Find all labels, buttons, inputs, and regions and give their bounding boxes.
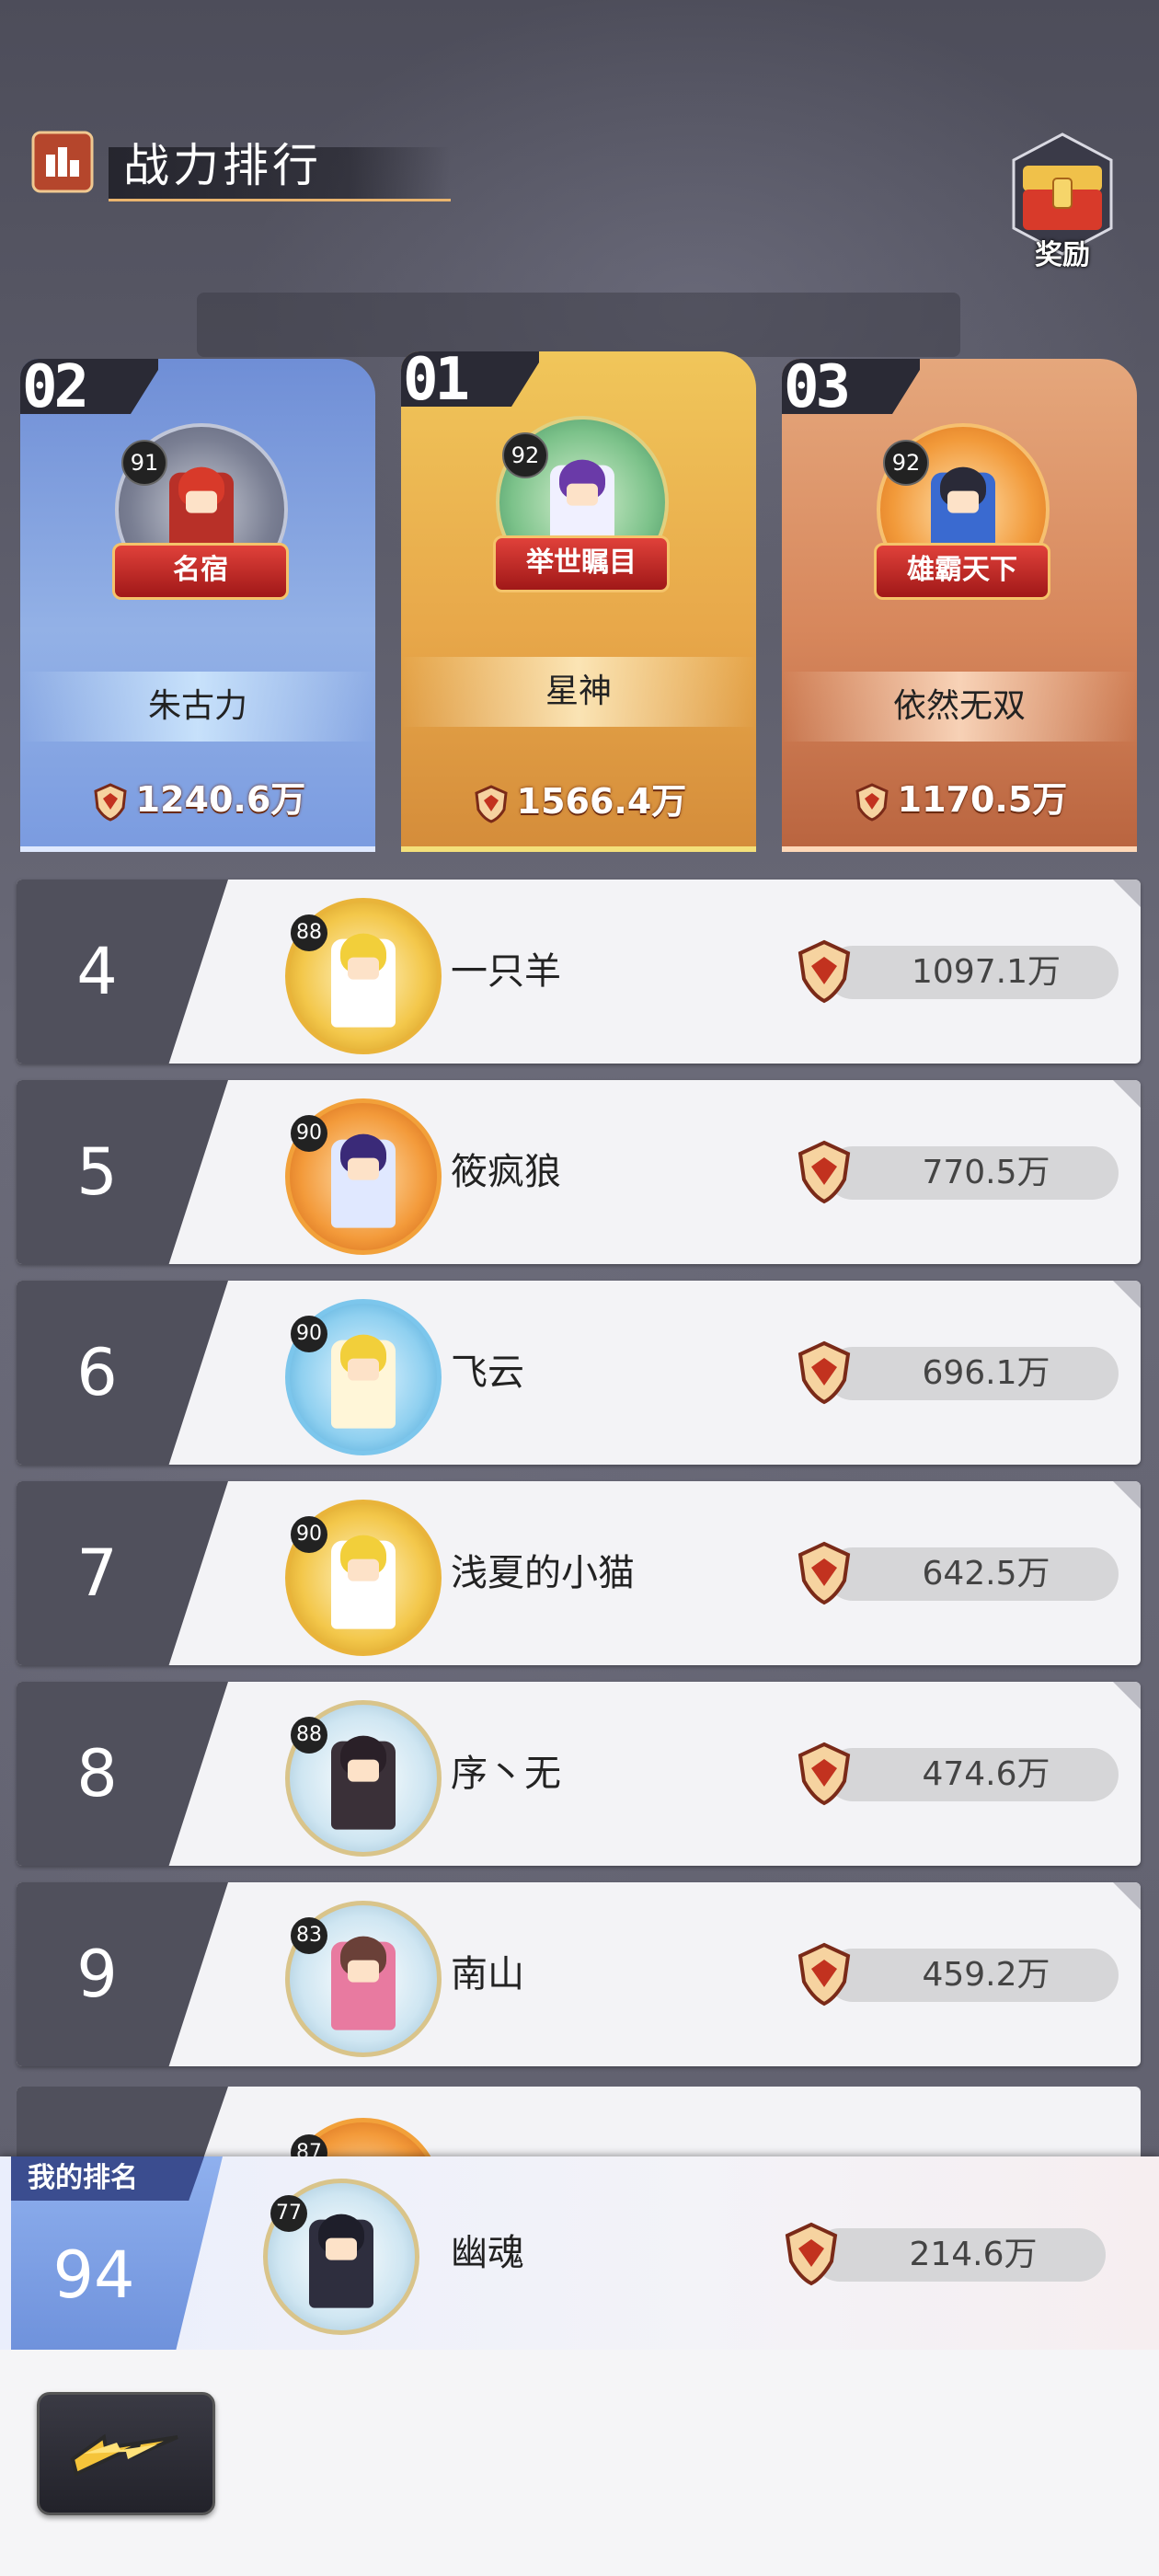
podium-card-rank-2[interactable]: 02 91 名宿 朱古力 1240.6万 <box>20 359 375 852</box>
player-name: 序丶无 <box>451 1753 561 1795</box>
my-rank-row[interactable]: 我的排名 94 77 幽魂 214.6万 <box>0 2156 1159 2350</box>
shield-power-icon <box>798 1541 851 1605</box>
player-name: 飞云 <box>451 1351 524 1394</box>
level-badge: 92 <box>502 432 548 478</box>
row-corner <box>1113 880 1141 907</box>
reward-label: 奖励 <box>1035 239 1090 271</box>
ranking-row[interactable]: 5 90 筱疯狼 770.5万 <box>17 1080 1141 1264</box>
card-underline <box>401 846 756 852</box>
rank-number: 4 <box>76 934 118 1009</box>
character-sprite <box>331 933 396 1028</box>
shield-power-icon <box>475 784 508 823</box>
character-sprite <box>331 1334 396 1429</box>
power-pill: 1097.1万 <box>826 946 1119 999</box>
ranking-row[interactable]: 4 88 一只羊 1097.1万 <box>17 880 1141 1064</box>
row-corner <box>1113 1682 1141 1709</box>
podium-rank: 01 <box>403 351 470 414</box>
ranking-row[interactable]: 7 90 浅夏的小猫 642.5万 <box>17 1481 1141 1665</box>
shield-power-icon <box>798 939 851 1004</box>
ranking-badge-icon <box>31 131 94 193</box>
power-value: 1170.5万 <box>782 771 1137 822</box>
my-rank-number: 94 <box>52 2237 135 2313</box>
card-underline <box>20 846 375 852</box>
shield-power-icon <box>798 1742 851 1806</box>
player-name: 幽魂 <box>451 2232 524 2274</box>
my-rank-tag: 我的排名 <box>11 2156 204 2201</box>
power-pill: 214.6万 <box>813 2228 1106 2282</box>
player-name: 依然无双 <box>782 672 1137 742</box>
level-badge: 90 <box>291 1115 327 1152</box>
shield-power-icon <box>94 782 127 822</box>
shield-power-icon <box>785 2222 838 2286</box>
level-badge: 90 <box>291 1516 327 1553</box>
shield-power-icon <box>798 1340 851 1405</box>
ranking-row[interactable]: 6 90 飞云 696.1万 <box>17 1281 1141 1465</box>
ranking-row[interactable]: 8 88 序丶无 474.6万 <box>17 1682 1141 1866</box>
rank-number: 5 <box>76 1134 118 1210</box>
lightning-back-icon <box>70 2433 178 2477</box>
power-text: 1240.6万 <box>135 779 306 820</box>
row-corner <box>1113 1281 1141 1308</box>
back-button[interactable] <box>37 2392 215 2515</box>
level-badge: 90 <box>291 1316 327 1352</box>
power-pill: 770.5万 <box>826 1146 1119 1200</box>
level-badge: 83 <box>291 1917 327 1954</box>
row-corner <box>1113 1882 1141 1910</box>
row-corner <box>1113 1080 1141 1108</box>
character-sprite <box>309 2214 373 2308</box>
player-name: 南山 <box>451 1953 524 1995</box>
row-corner <box>1113 1481 1141 1509</box>
power-pill: 459.2万 <box>826 1949 1119 2002</box>
title-ribbon: 举世瞩目 <box>493 535 670 592</box>
podium-card-rank-3[interactable]: 03 92 雄霸天下 依然无双 1170.5万 <box>782 359 1137 852</box>
level-badge: 92 <box>883 440 929 486</box>
level-badge: 88 <box>291 914 327 951</box>
player-name: 一只羊 <box>451 950 561 993</box>
power-pill: 642.5万 <box>826 1547 1119 1601</box>
podium-card-rank-1[interactable]: 01 92 举世瞩目 星神 1566.4万 <box>401 351 756 852</box>
shield-power-icon <box>798 1140 851 1204</box>
ranking-row[interactable]: 9 83 南山 459.2万 <box>17 1882 1141 2066</box>
level-badge: 91 <box>121 440 167 486</box>
power-pill: 474.6万 <box>826 1748 1119 1801</box>
podium-rank: 03 <box>784 359 851 421</box>
character-sprite <box>331 1535 396 1629</box>
power-text: 1170.5万 <box>897 779 1068 820</box>
title-ribbon: 雄霸天下 <box>874 543 1050 600</box>
player-name: 星神 <box>401 657 756 727</box>
character-sprite <box>331 1133 396 1228</box>
rank-number: 7 <box>76 1535 118 1611</box>
rank-number: 6 <box>76 1335 118 1410</box>
level-badge: 77 <box>270 2195 307 2232</box>
character-sprite <box>331 1936 396 2030</box>
shield-power-icon <box>855 782 889 822</box>
rank-box <box>17 2087 228 2160</box>
card-underline <box>782 846 1137 852</box>
power-value: 1566.4万 <box>401 773 756 824</box>
podium-rank: 02 <box>22 359 89 421</box>
level-badge: 88 <box>291 1717 327 1754</box>
power-text: 1566.4万 <box>516 781 687 822</box>
player-name: 浅夏的小猫 <box>451 1552 635 1594</box>
character-sprite <box>331 1735 396 1830</box>
rank-number: 9 <box>76 1937 118 2012</box>
banner-bar <box>197 293 960 357</box>
power-value: 1240.6万 <box>20 771 375 822</box>
page-title: 战力排行 <box>123 139 322 192</box>
power-pill: 696.1万 <box>826 1347 1119 1400</box>
shield-power-icon <box>798 1942 851 2007</box>
player-name: 朱古力 <box>20 672 375 742</box>
player-name: 筱疯狼 <box>451 1151 561 1193</box>
rank-number: 8 <box>76 1736 118 1811</box>
title-ribbon: 名宿 <box>112 543 289 600</box>
ranking-row-partial[interactable]: 87 <box>17 2087 1141 2160</box>
